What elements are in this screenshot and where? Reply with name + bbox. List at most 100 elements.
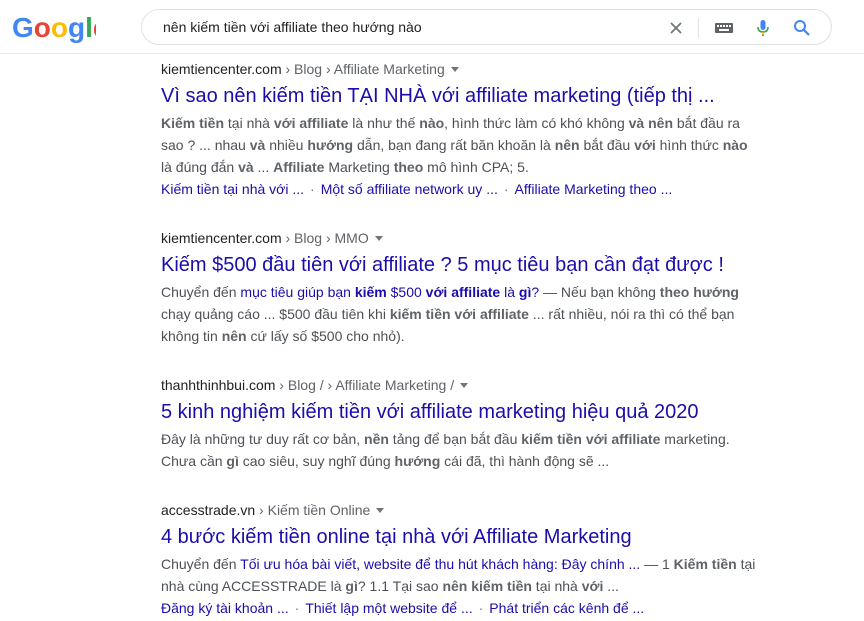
search-result: kiemtiencenter.com › Blog › MMO Kiếm $500…	[161, 228, 841, 347]
clear-icon[interactable]	[666, 18, 686, 38]
sitelink[interactable]: Affiliate Marketing theo ...	[515, 181, 673, 197]
snippet-bold: nên	[554, 137, 580, 153]
search-result: thanhthinhbui.com › Blog / › Affiliate M…	[161, 375, 841, 472]
result-menu-arrow-icon[interactable]	[374, 236, 383, 241]
result-title-link[interactable]: Kiếm $500 đầu tiên với affiliate ? 5 mục…	[161, 252, 841, 278]
snippet-text: sao ? ... nhau	[161, 137, 250, 153]
snippet-bold: và	[238, 159, 254, 175]
snippet-text: marketing.	[660, 431, 730, 447]
snippet-text: tảng để bạn bắt đầu	[388, 431, 522, 447]
snippet-text: ? 1.1 Tại sao	[357, 578, 443, 594]
snippet-line: là đúng đắn và ... Affiliate Marketing t…	[161, 156, 841, 178]
search-result: accesstrade.vn › Kiếm tiền Online 4 bước …	[161, 500, 841, 619]
result-menu-arrow-icon[interactable]	[450, 67, 459, 72]
snippet-text: Marketing	[324, 159, 394, 175]
snippet-text: dẫn, bạn đang rất băn khoăn là	[353, 137, 555, 153]
snippet-line: Đây là những tư duy rất cơ bản, nền tảng…	[161, 428, 841, 450]
snippet-jump-link-bold[interactable]: kiếm	[355, 284, 387, 300]
snippet-text: chạy quảng cáo ... $500 đầu tiên khi	[161, 306, 390, 322]
snippet-text: Chuyển đến	[161, 284, 241, 300]
snippet-text: cái đã, thì hành động sẽ ...	[440, 453, 610, 469]
snippet-text: Chưa cần	[161, 453, 227, 469]
snippet-bold: và nên	[628, 115, 673, 131]
snippet-jump-link[interactable]: $500	[387, 284, 426, 300]
result-path: › Blog › Affiliate Marketing	[281, 61, 445, 77]
snippet-text: ... rất nhiều, nói ra thì có thể bạn	[528, 306, 735, 322]
snippet-bold: với	[581, 578, 604, 594]
snippet-text: ...	[603, 578, 619, 594]
result-title-link[interactable]: Vì sao nên kiếm tiền TẠI NHÀ với affilia…	[161, 83, 841, 109]
snippet-bold: nào	[722, 137, 748, 153]
snippet-text: ...	[253, 159, 274, 175]
result-domain[interactable]: accesstrade.vn	[161, 502, 255, 518]
snippet-text: nhà cùng ACCESSTRADE là	[161, 578, 346, 594]
snippet-bold: Kiếm tiền	[673, 556, 737, 572]
result-domain[interactable]: thanhthinhbui.com	[161, 377, 275, 393]
snippet-jump-link[interactable]: mục tiêu giúp bạn	[240, 284, 354, 300]
search-header: Google nên kiếm tiền với affiliate theo …	[0, 0, 864, 54]
search-icon[interactable]	[792, 18, 812, 38]
snippet-text: là đúng đắn	[161, 159, 239, 175]
snippet-line: sao ? ... nhau và nhiều hướng dẫn, bạn đ…	[161, 134, 841, 156]
search-box[interactable]: nên kiếm tiền với affiliate theo hướng n…	[141, 9, 832, 45]
result-title-link[interactable]: 5 kinh nghiệm kiếm tiền với affiliate ma…	[161, 399, 841, 425]
snippet-text: tại nhà	[531, 578, 582, 594]
result-menu-arrow-icon[interactable]	[460, 383, 469, 388]
snippet-line: Chuyển đến Tối ưu hóa bài viết, website …	[161, 553, 841, 575]
result-sitelinks: Đăng ký tài khoản ... · Thiết lập một webs…	[161, 597, 841, 619]
snippet-bold: theo	[393, 159, 424, 175]
snippet-jump-link[interactable]: là	[500, 284, 519, 300]
snippet-text: hình thức	[655, 137, 723, 153]
result-path: › Kiếm tiền Online	[255, 502, 371, 518]
snippet-bold: nền	[364, 431, 389, 447]
snippet-bold: hướng	[394, 453, 441, 469]
result-sitelinks: Kiếm tiền tại nhà với ... · Một số affilia…	[161, 178, 841, 200]
snippet-bold: nên kiếm tiền	[442, 578, 532, 594]
sitelink[interactable]: Một số affiliate network uy ...	[321, 181, 498, 197]
snippet-line: không tin nên cứ lấy số $500 cho nhỏ).	[161, 325, 841, 347]
snippet-text: — Nếu bạn không	[539, 284, 660, 300]
snippet-bold: kiếm tiền với affiliate	[521, 431, 661, 447]
snippet-text: nhiều	[265, 137, 308, 153]
mic-icon[interactable]	[753, 18, 773, 38]
snippet-text: tại	[736, 556, 756, 572]
search-input[interactable]: nên kiếm tiền với affiliate theo hướng n…	[163, 19, 422, 35]
snippet-text: cứ lấy số $500 cho nhỏ).	[246, 328, 405, 344]
result-snippet: Chuyển đến mục tiêu giúp bạn kiếm $500 v…	[161, 281, 841, 347]
sitelink-separator: ·	[478, 600, 484, 616]
snippet-bold: hướng	[307, 137, 354, 153]
snippet-bold: với affiliate	[273, 115, 349, 131]
snippet-text: bắt đầu	[579, 137, 635, 153]
result-menu-arrow-icon[interactable]	[376, 508, 385, 513]
sitelink-separator: ·	[310, 181, 315, 197]
snippet-bold: Affiliate	[273, 159, 325, 175]
snippet-jump-link[interactable]: Tối ưu hóa bài viết, website để thu hút …	[240, 556, 640, 572]
sitelink[interactable]: Kiếm tiền tại nhà với ...	[161, 181, 304, 197]
snippet-text: — 1	[640, 556, 674, 572]
snippet-text: mô hình CPA; 5.	[423, 159, 529, 175]
sitelink-separator: ·	[503, 181, 509, 197]
sitelink[interactable]: Thiết lập một website để ...	[305, 600, 472, 616]
snippet-jump-link-bold[interactable]: gì	[519, 284, 531, 300]
result-breadcrumb[interactable]: kiemtiencenter.com › Blog › Affiliate Ma…	[161, 59, 841, 79]
result-breadcrumb[interactable]: thanhthinhbui.com › Blog / › Affiliate M…	[161, 375, 841, 395]
snippet-jump-link-bold[interactable]: với affiliate	[426, 284, 501, 300]
result-breadcrumb[interactable]: kiemtiencenter.com › Blog › MMO	[161, 228, 841, 248]
result-snippet: Chuyển đến Tối ưu hóa bài viết, website …	[161, 553, 841, 597]
svg-text:Google: Google	[12, 12, 96, 43]
result-title-link[interactable]: 4 bước kiếm tiền online tại nhà với Affi…	[161, 524, 841, 550]
snippet-bold: Kiếm tiền	[161, 115, 225, 131]
result-path: › Blog › MMO	[281, 230, 369, 246]
snippet-jump-link[interactable]: ?	[531, 284, 539, 300]
snippet-line: nhà cùng ACCESSTRADE là gì? 1.1 Tại sao …	[161, 575, 841, 597]
result-breadcrumb[interactable]: accesstrade.vn › Kiếm tiền Online	[161, 500, 841, 520]
result-domain[interactable]: kiemtiencenter.com	[161, 61, 282, 77]
google-logo[interactable]: Google	[12, 11, 96, 43]
search-divider	[698, 18, 699, 38]
sitelink[interactable]: Đăng ký tài khoản ...	[161, 600, 289, 616]
keyboard-icon[interactable]	[714, 18, 734, 38]
snippet-text: cao siêu, suy nghĩ đúng	[238, 453, 395, 469]
snippet-text: không tin	[161, 328, 222, 344]
result-domain[interactable]: kiemtiencenter.com	[161, 230, 282, 246]
sitelink[interactable]: Phát triển các kênh để ...	[489, 600, 644, 616]
